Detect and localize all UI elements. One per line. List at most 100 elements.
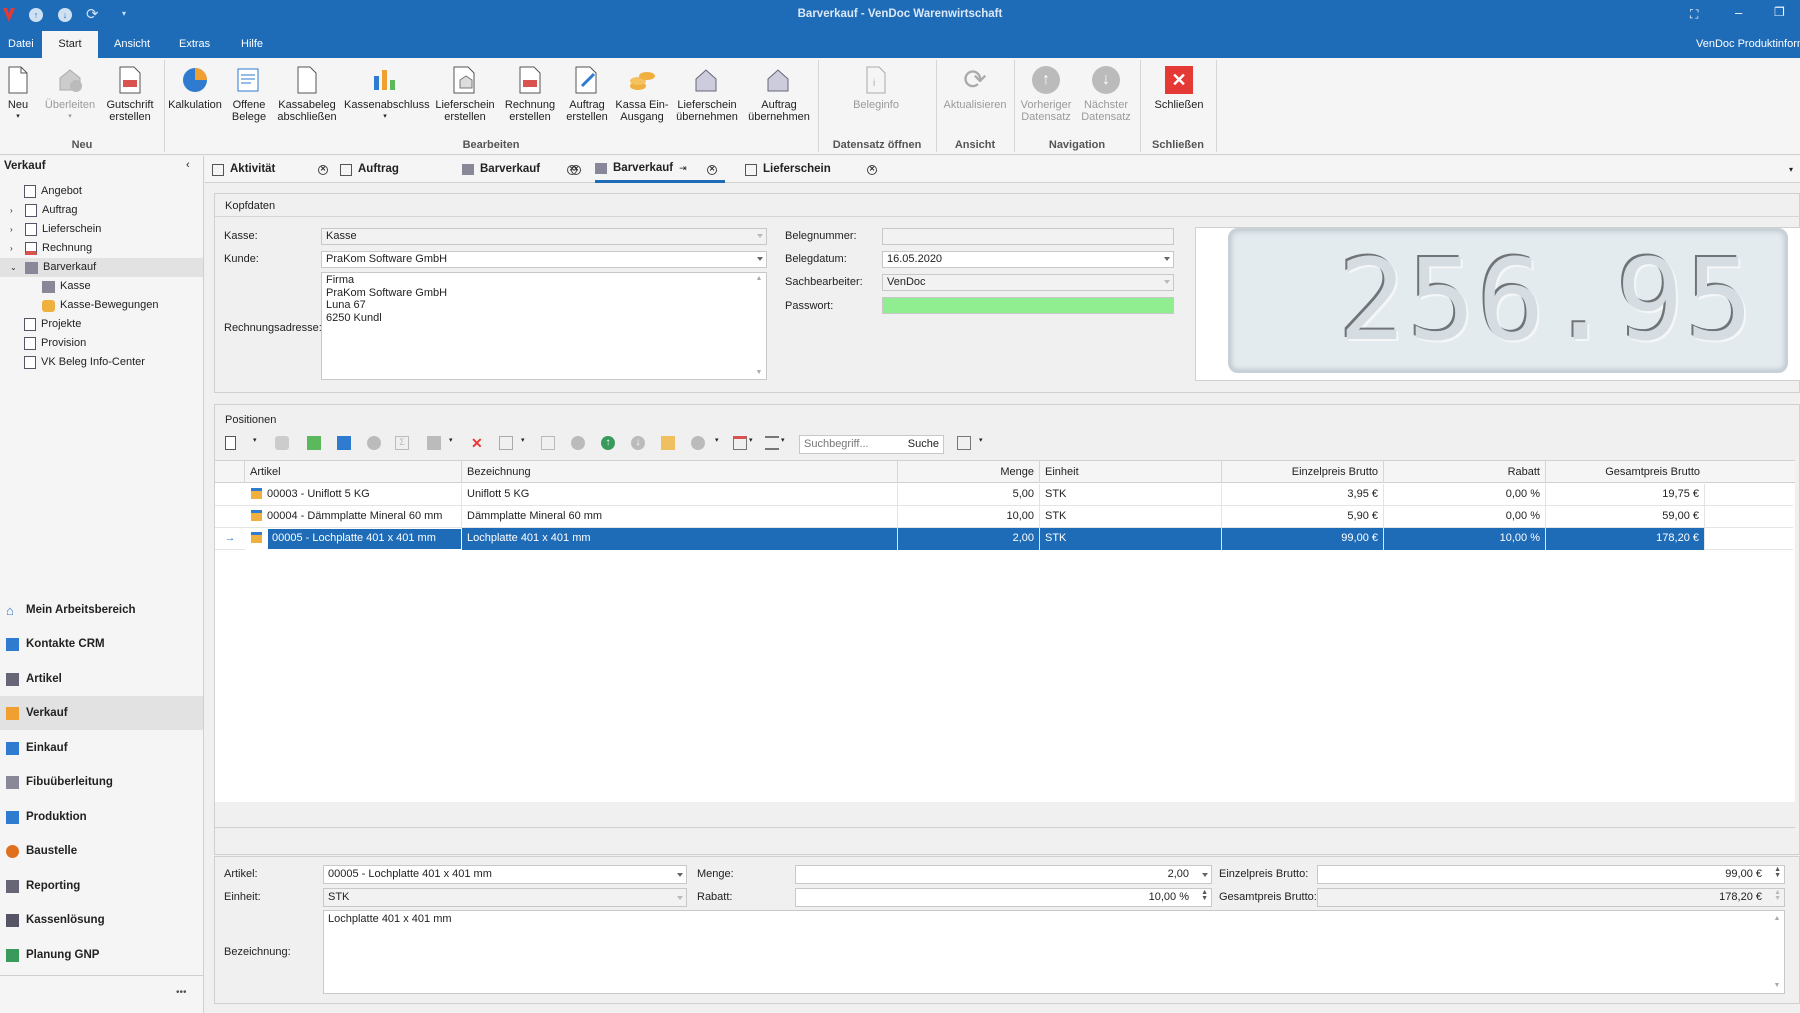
- table-row[interactable]: 00003 - Uniflott 5 KG Uniflott 5 KG 5,00…: [215, 484, 1793, 506]
- tree-item-angebot[interactable]: Angebot: [24, 182, 82, 201]
- dropdown-arrow-icon[interactable]: ▾: [781, 436, 795, 450]
- neu-button[interactable]: Neu ▾: [3, 58, 33, 138]
- spinner-icon[interactable]: ▲ ▼: [1774, 866, 1781, 879]
- nav-produktion[interactable]: Produktion: [0, 800, 203, 834]
- passwort-field[interactable]: [882, 297, 1174, 314]
- column-einzelpreis[interactable]: Einzelpreis Brutto: [1222, 461, 1384, 483]
- nav-artikel[interactable]: Artikel: [0, 662, 203, 696]
- column-einheit[interactable]: Einheit: [1040, 461, 1222, 483]
- tree-item-projekte[interactable]: Projekte: [24, 315, 81, 334]
- menu-ansicht[interactable]: Ansicht: [106, 31, 158, 58]
- scrollbar[interactable]: ▲ ▼: [1772, 911, 1782, 993]
- rechnung-erstellen-button[interactable]: Rechnung erstellen: [502, 58, 558, 138]
- tree-item-barverkauf[interactable]: ⌄ Barverkauf: [0, 258, 203, 277]
- close-tab-icon[interactable]: ✕: [707, 165, 717, 175]
- language-icon[interactable]: [691, 436, 705, 450]
- column-artikel[interactable]: Artikel: [245, 461, 462, 483]
- dropdown-arrow-icon[interactable]: ▾: [749, 436, 763, 450]
- layout-icon[interactable]: [957, 436, 971, 450]
- einzelpreis-field[interactable]: 99,00 € ▲ ▼: [1317, 865, 1785, 884]
- scrollbar[interactable]: ▲ ▼: [754, 273, 764, 379]
- calendar-icon[interactable]: [733, 436, 747, 450]
- duplicate-icon[interactable]: [499, 436, 513, 450]
- tree-item-vk-beleg-info-center[interactable]: VK Beleg Info-Center: [24, 353, 145, 372]
- tree-item-provision[interactable]: Provision: [24, 334, 86, 353]
- rabatt-field[interactable]: 10,00 % ▲ ▼: [795, 888, 1212, 907]
- lieferschein-erstellen-button[interactable]: Lieferschein erstellen: [432, 58, 498, 138]
- search-button[interactable]: Suche: [908, 436, 939, 453]
- dropdown-arrow-icon[interactable]: ▾: [979, 436, 993, 450]
- expand-arrow-icon[interactable]: ›: [10, 201, 20, 220]
- close-tab-icon[interactable]: ✕: [318, 165, 328, 175]
- close-tab-icon[interactable]: ✕: [571, 165, 581, 175]
- nav-kassenloesung[interactable]: Kassenlösung: [0, 903, 203, 937]
- kalkulation-button[interactable]: Kalkulation: [168, 58, 222, 138]
- vorheriger-datensatz-button[interactable]: ↑ Vorheriger Datensatz: [1018, 58, 1074, 138]
- tree-item-kasse-bewegungen[interactable]: Kasse-Bewegungen: [42, 296, 158, 315]
- column-gesamtpreis[interactable]: Gesamtpreis Brutto: [1546, 461, 1705, 483]
- new-position-icon[interactable]: [225, 436, 236, 450]
- paste-icon[interactable]: [337, 436, 351, 450]
- rechnungsadresse-textarea[interactable]: Firma PraKom Software GmbH Luna 67 6250 …: [321, 272, 767, 380]
- nav-einkauf[interactable]: Einkauf: [0, 731, 203, 765]
- import-icon[interactable]: [427, 436, 441, 450]
- nav-baustelle[interactable]: Baustelle: [0, 834, 203, 868]
- sum-icon[interactable]: Σ: [395, 436, 409, 450]
- menge-field[interactable]: 2,00: [795, 865, 1212, 884]
- auftrag-erstellen-button[interactable]: Auftrag erstellen: [562, 58, 612, 138]
- naechster-datensatz-button[interactable]: ↓ Nächster Datensatz: [1078, 58, 1134, 138]
- beleginfo-button[interactable]: i Beleginfo: [836, 58, 916, 138]
- tree-item-rechnung[interactable]: › Rechnung: [10, 239, 92, 258]
- move-up-icon[interactable]: ↑: [601, 436, 615, 450]
- auftrag-uebernehmen-button[interactable]: Auftrag übernehmen: [746, 58, 812, 138]
- kassenabschluss-button[interactable]: Kassenabschluss ▾: [344, 58, 430, 138]
- move-down-icon[interactable]: ↓: [631, 436, 645, 450]
- gesamtpreis-field[interactable]: 178,20 € ▲ ▼: [1317, 888, 1785, 907]
- menu-hilfe[interactable]: Hilfe: [233, 31, 271, 58]
- table-row-selected[interactable]: → 00005 - Lochplatte 401 x 401 mm Lochpl…: [215, 528, 1793, 550]
- fullscreen-icon[interactable]: ⛶: [1690, 7, 1698, 22]
- kunde-select[interactable]: PraKom Software GmbH: [321, 251, 767, 268]
- nav-planung-gnp[interactable]: Planung GNP: [0, 938, 203, 972]
- collapse-arrow-icon[interactable]: ⌄: [10, 258, 20, 277]
- collapse-sidebar-icon[interactable]: ‹: [186, 159, 190, 171]
- nav-reporting[interactable]: Reporting: [0, 869, 203, 903]
- tree-item-auftrag[interactable]: › Auftrag: [10, 201, 77, 220]
- transfer-icon[interactable]: [275, 436, 289, 450]
- restore-icon[interactable]: ❐: [1774, 5, 1785, 19]
- close-tab-icon[interactable]: ✕: [867, 165, 877, 175]
- menu-extras[interactable]: Extras: [171, 31, 218, 58]
- tree-item-lieferschein[interactable]: › Lieferschein: [10, 220, 101, 239]
- einheit-select[interactable]: STK: [323, 888, 687, 907]
- tab-list-dropdown-icon[interactable]: ▾: [1789, 165, 1793, 174]
- tab-lieferschein[interactable]: Lieferschein ✕: [745, 156, 885, 183]
- nav-verkauf[interactable]: Verkauf: [0, 696, 203, 730]
- schliessen-button[interactable]: ✕ Schließen: [1148, 58, 1210, 138]
- search-input[interactable]: Suchbegriff... Suche: [799, 435, 944, 454]
- dropdown-arrow-icon[interactable]: ▾: [715, 436, 729, 450]
- nav-mein-arbeitsbereich[interactable]: ⌂ Mein Arbeitsbereich: [0, 593, 203, 627]
- copy-icon[interactable]: [307, 436, 321, 450]
- bezeichnung-textarea[interactable]: Lochplatte 401 x 401 mm ▲ ▼: [323, 910, 1785, 994]
- more-options-icon[interactable]: •••: [176, 987, 187, 998]
- tab-barverkauf-active[interactable]: Barverkauf ⇥ ✕: [595, 156, 725, 183]
- edit-icon[interactable]: [541, 436, 555, 450]
- tab-barverkauf-1[interactable]: Barverkauf ✕: [462, 156, 582, 183]
- kassabeleg-abschliessen-button[interactable]: Kassabeleg abschließen: [276, 58, 338, 138]
- belegdatum-field[interactable]: 16.05.2020: [882, 251, 1174, 268]
- list-view-icon[interactable]: [765, 436, 779, 450]
- sachbearbeiter-select[interactable]: VenDoc: [882, 274, 1174, 291]
- menu-start[interactable]: Start: [42, 31, 98, 58]
- tree-item-kasse[interactable]: Kasse: [42, 277, 91, 296]
- nav-kontakte-crm[interactable]: Kontakte CRM: [0, 627, 203, 661]
- tab-aktivitaet[interactable]: Aktivität ✕: [212, 156, 330, 183]
- column-menge[interactable]: Menge: [898, 461, 1040, 483]
- offene-belege-button[interactable]: Offene Belege: [226, 58, 272, 138]
- tab-auftrag[interactable]: Auftrag ✕: [340, 156, 577, 183]
- attach-icon[interactable]: [367, 436, 381, 450]
- kasse-select[interactable]: Kasse: [321, 228, 767, 245]
- ueberleiten-button[interactable]: Überleiten ▾: [44, 58, 96, 138]
- dropdown-arrow-icon[interactable]: ▾: [521, 436, 535, 450]
- pin-icon[interactable]: ⇥: [679, 155, 687, 182]
- delete-icon[interactable]: ✕: [471, 436, 485, 450]
